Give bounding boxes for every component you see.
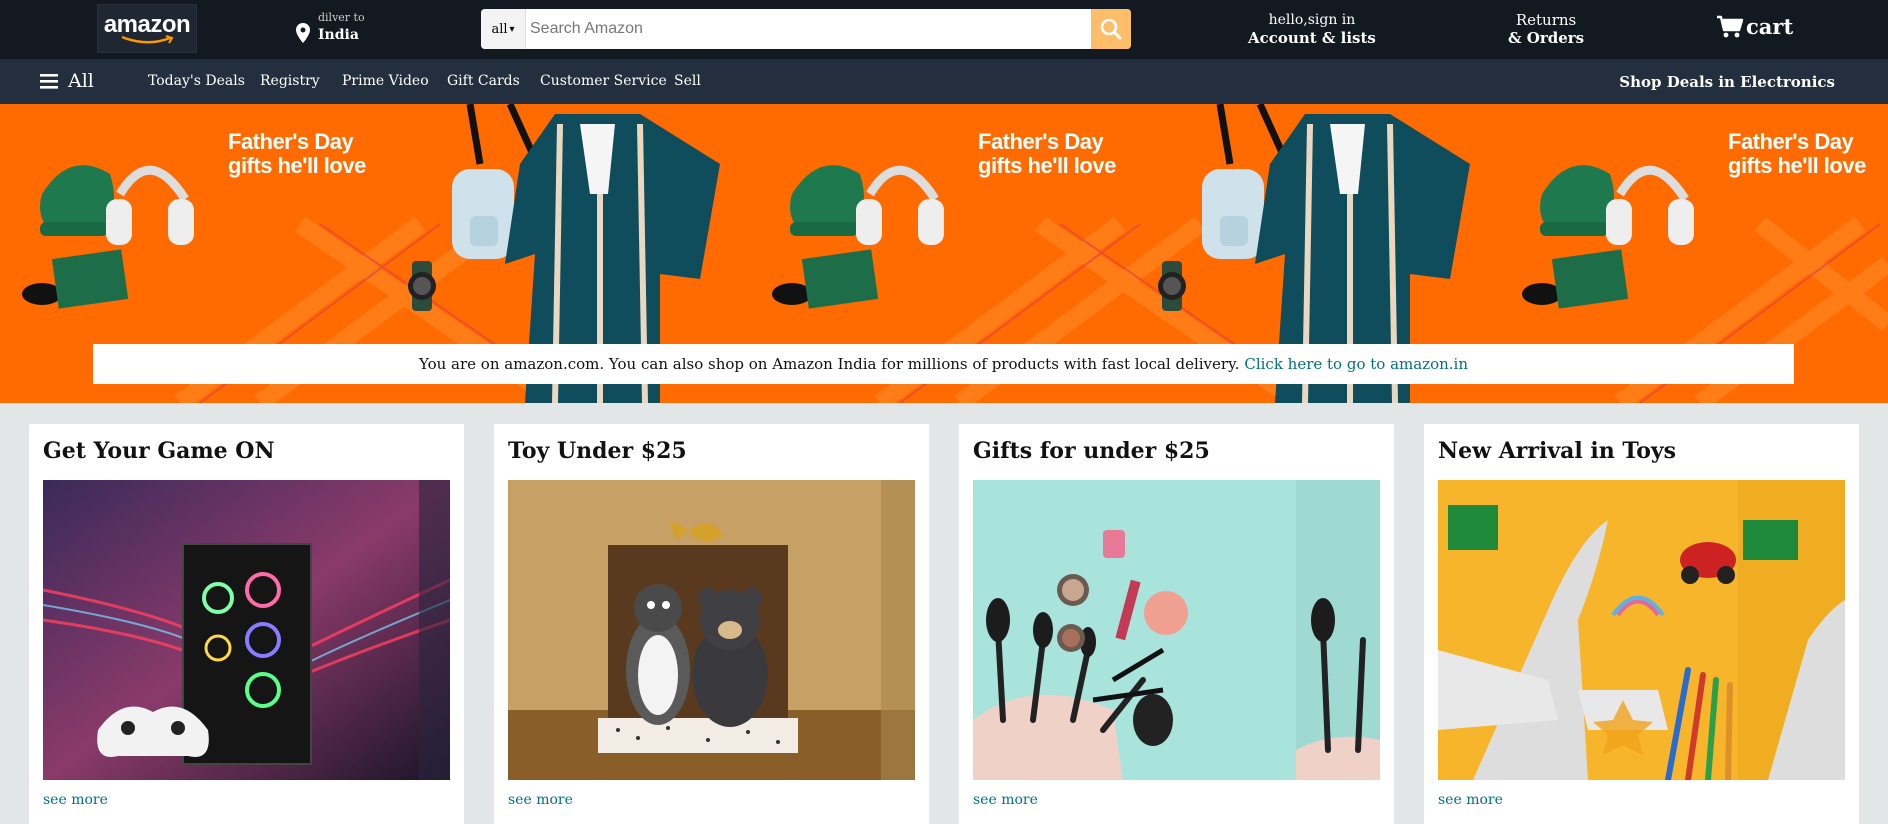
hero-headline-line2: gifts he'll love bbox=[978, 153, 1116, 178]
account-label: Account & lists bbox=[1248, 29, 1376, 47]
search-category-label: all bbox=[491, 21, 508, 37]
makeup-image[interactable] bbox=[973, 480, 1380, 780]
hero-headline-line1: Father's Day bbox=[978, 129, 1104, 154]
card-title: Toy Under $25 bbox=[508, 438, 687, 464]
see-more-link[interactable]: see more bbox=[43, 792, 108, 808]
search-button[interactable] bbox=[1091, 9, 1131, 49]
shop-deals-electronics-link[interactable]: Shop Deals in Electronics bbox=[1619, 73, 1835, 91]
gaming-pc-image[interactable] bbox=[43, 480, 450, 780]
chevron-down-icon: ▾ bbox=[509, 23, 515, 35]
account-lists[interactable]: hello,sign in Account & lists bbox=[1248, 11, 1376, 47]
cart-label: cart bbox=[1746, 14, 1794, 39]
hero-headline-line2: gifts he'll love bbox=[1728, 153, 1866, 178]
nav-todays-deals[interactable]: Today's Deals bbox=[148, 73, 245, 89]
account-greeting: hello,sign in bbox=[1268, 12, 1356, 28]
returns-orders[interactable]: Returns & Orders bbox=[1508, 11, 1584, 47]
see-more-link[interactable]: see more bbox=[508, 792, 573, 808]
location-pin-icon bbox=[296, 23, 310, 43]
nav-customer-service[interactable]: Customer Service bbox=[540, 73, 667, 89]
search-category-select[interactable]: all ▾ bbox=[481, 9, 526, 49]
search-icon bbox=[1100, 18, 1122, 40]
orders-label: & Orders bbox=[1508, 29, 1585, 47]
amazon-in-link[interactable]: Click here to go to amazon.in bbox=[1244, 355, 1468, 373]
search-input[interactable] bbox=[526, 9, 1091, 49]
logo-smile-icon bbox=[121, 34, 174, 44]
cart-button[interactable]: cart bbox=[1716, 14, 1793, 39]
hamburger-icon bbox=[40, 74, 58, 89]
all-menu-button[interactable]: All bbox=[40, 70, 94, 92]
notice-text: You are on amazon.com. You can also shop… bbox=[418, 355, 1240, 373]
deliver-label: dilver to bbox=[318, 11, 365, 24]
deliver-location: India bbox=[318, 27, 359, 43]
card-title: Get Your Game ON bbox=[43, 438, 275, 464]
hero-headline-line2: gifts he'll love bbox=[228, 153, 366, 178]
amazon-india-notice: You are on amazon.com. You can also shop… bbox=[93, 344, 1794, 384]
see-more-link[interactable]: see more bbox=[973, 792, 1038, 808]
card-game: Get Your Game ON see more bbox=[29, 424, 464, 824]
deliver-to[interactable]: dilver to India bbox=[296, 10, 365, 44]
hero-headline-line1: Father's Day bbox=[228, 129, 354, 154]
nav-gift-cards[interactable]: Gift Cards bbox=[447, 73, 520, 89]
top-nav: amazon dilver to India all ▾ hello,s bbox=[0, 0, 1888, 59]
card-new-toys: New Arrival in Toys see more bbox=[1424, 424, 1859, 824]
all-label: All bbox=[68, 70, 94, 92]
nav-sell[interactable]: Sell bbox=[674, 73, 701, 89]
toy-airplane-image[interactable] bbox=[1438, 480, 1845, 780]
nav-prime-video[interactable]: Prime Video bbox=[342, 73, 429, 89]
search-bar: all ▾ bbox=[481, 9, 1131, 49]
hero-headline-line1: Father's Day bbox=[1728, 129, 1854, 154]
card-toys: Toy Under $25 see more bbox=[494, 424, 929, 824]
card-gifts: Gifts for under $25 see more bbox=[959, 424, 1394, 824]
returns-label: Returns bbox=[1515, 11, 1577, 29]
logo-text: amazon bbox=[103, 10, 191, 38]
nav-registry[interactable]: Registry bbox=[260, 73, 320, 89]
plush-toys-image[interactable] bbox=[508, 480, 915, 780]
card-title: New Arrival in Toys bbox=[1438, 438, 1677, 464]
amazon-logo[interactable]: amazon bbox=[97, 4, 197, 53]
cart-icon bbox=[1717, 15, 1744, 37]
sub-nav: All Today's Deals Registry Prime Video G… bbox=[0, 59, 1888, 104]
card-title: Gifts for under $25 bbox=[973, 438, 1210, 464]
see-more-link[interactable]: see more bbox=[1438, 792, 1503, 808]
